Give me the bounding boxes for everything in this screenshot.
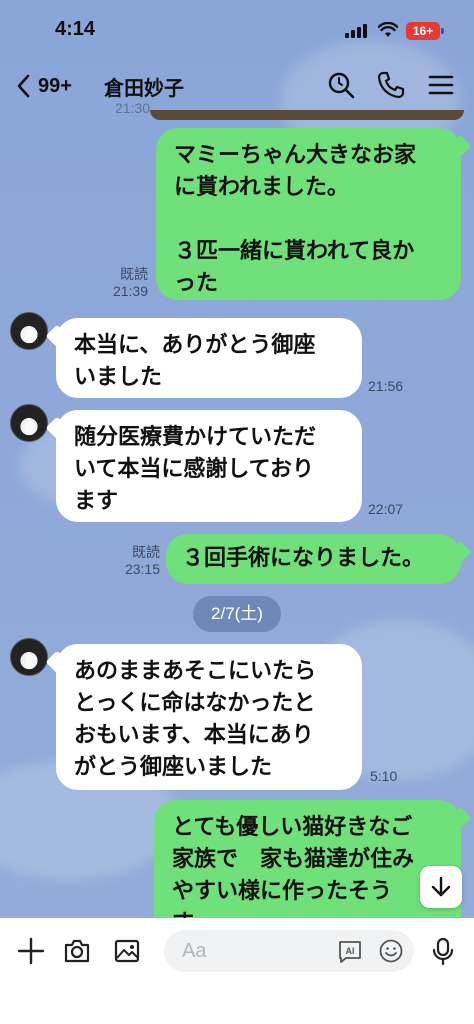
chevron-left-icon xyxy=(17,74,30,98)
chat-header: 99+ 倉田妙子 xyxy=(0,62,474,110)
arrow-down-icon xyxy=(431,876,451,897)
ai-icon[interactable]: AI xyxy=(336,938,364,964)
input-placeholder: Aa xyxy=(182,940,207,962)
wifi-icon xyxy=(378,22,398,37)
message-meta: 既読 21:39 xyxy=(100,266,148,300)
incoming-message-bubble[interactable]: 本当に、ありがとう御座 いました xyxy=(56,318,362,398)
date-separator: 2/7(土) xyxy=(193,596,281,632)
emoji-icon[interactable] xyxy=(378,938,404,964)
outgoing-message-bubble[interactable]: ３回手術になりました。 xyxy=(166,534,461,584)
battery-icon: 16+ xyxy=(406,22,444,40)
avatar[interactable] xyxy=(10,404,48,442)
unread-count: 99+ xyxy=(38,74,72,97)
photo-message-bottom[interactable] xyxy=(150,110,464,120)
cellular-signal-icon xyxy=(345,24,367,38)
message-time: 21:39 xyxy=(112,283,148,299)
message-time: 22:07 xyxy=(368,501,404,517)
scroll-to-bottom-button[interactable] xyxy=(420,866,462,908)
status-time: 4:14 xyxy=(55,18,96,40)
incoming-message-bubble[interactable]: 随分医療費かけていただ いて本当に感謝しており ます xyxy=(56,410,362,522)
incoming-message-bubble[interactable]: あのままあそこにいたら とっくに命はなかったと おもいます、本当にあり がとう御… xyxy=(56,644,362,790)
message-time: 23:15 xyxy=(124,561,160,577)
message-input-bar: Aa AI xyxy=(0,918,474,1024)
message-input[interactable]: Aa AI xyxy=(164,930,414,972)
message-time: 21:56 xyxy=(368,378,404,394)
back-button[interactable]: 99+ xyxy=(14,68,94,104)
camera-icon[interactable] xyxy=(62,936,92,966)
phone-icon[interactable] xyxy=(376,70,406,100)
outgoing-message-bubble[interactable]: マミーちゃん大きなお家 に貰われました。 ３匹一緒に貰われて良か った xyxy=(156,128,461,300)
avatar[interactable] xyxy=(10,312,48,350)
read-receipt: 既読 xyxy=(132,544,160,560)
search-icon[interactable] xyxy=(326,70,356,100)
status-bar: 4:14 16+ xyxy=(0,0,474,62)
message-time: 5:10 xyxy=(370,768,398,784)
svg-text:AI: AI xyxy=(346,946,355,956)
plus-icon[interactable] xyxy=(16,936,46,966)
avatar[interactable] xyxy=(10,638,48,676)
menu-icon[interactable] xyxy=(426,70,456,100)
message-meta: 既読 23:15 xyxy=(114,544,160,578)
contact-name: 倉田妙子 xyxy=(104,76,184,100)
microphone-icon[interactable] xyxy=(428,936,458,966)
image-icon[interactable] xyxy=(112,936,142,966)
outgoing-message-bubble[interactable]: とても優しい猫好きなご 家族で 家も猫達が住み やすい様に作ったそう す xyxy=(154,800,461,918)
read-receipt: 既読 xyxy=(120,266,148,282)
message-time: 21:30 xyxy=(114,100,150,116)
message-clip: とても優しい猫好きなご 家族で 家も猫達が住み やすい様に作ったそう す xyxy=(0,790,474,918)
